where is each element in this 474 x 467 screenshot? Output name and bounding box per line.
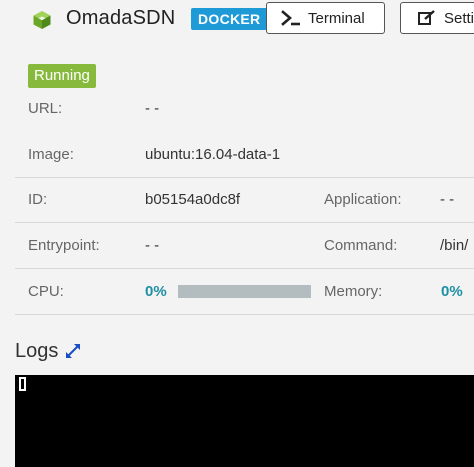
app-title: OmadaSDN [66,7,176,29]
image-value: ubuntu:16.04-data-1 [145,146,281,163]
status-badge: Running [28,64,96,88]
log-terminal[interactable] [15,375,474,467]
green-cube-icon [32,10,52,30]
cpu-usage-bar [178,285,311,298]
terminal-cursor [19,377,26,391]
id-label: ID: [28,191,48,208]
docker-badge: DOCKER [191,8,268,30]
entrypoint-value: - - [145,237,160,254]
url-row: URL: - - [15,86,474,131]
terminal-button[interactable]: Terminal [266,2,385,34]
entrypoint-row: Entrypoint: - - Command: /bin/ [15,223,474,269]
resource-row: CPU: 0% Memory: 0% [15,269,474,315]
edit-icon [417,10,437,26]
cpu-value: 0% [145,283,167,300]
terminal-icon [281,10,301,26]
terminal-button-label: Terminal [308,9,365,27]
logs-title: Logs [15,340,59,362]
expand-icon[interactable] [64,342,82,360]
id-row: ID: b05154a0dc8f Application: - - [15,177,474,223]
application-value: - - [440,191,455,208]
url-label: URL: [28,100,63,117]
image-row: Image: ubuntu:16.04-data-1 [15,132,474,178]
id-value: b05154a0dc8f [145,191,241,208]
image-label: Image: [28,146,74,163]
container-detail-page: OmadaSDN DOCKER Terminal Setti Running U [0,0,474,467]
command-value: /bin/ [440,237,469,254]
cpu-label: CPU: [28,283,64,300]
entrypoint-label: Entrypoint: [28,237,100,254]
url-value: - - [145,100,160,117]
header: OmadaSDN DOCKER Terminal Setti [0,0,474,40]
memory-label: Memory: [324,283,383,300]
application-label: Application: [324,191,402,208]
memory-value: 0% [441,283,463,300]
command-label: Command: [324,237,398,254]
settings-button-label: Setti [444,9,474,27]
settings-button[interactable]: Setti [400,2,474,34]
